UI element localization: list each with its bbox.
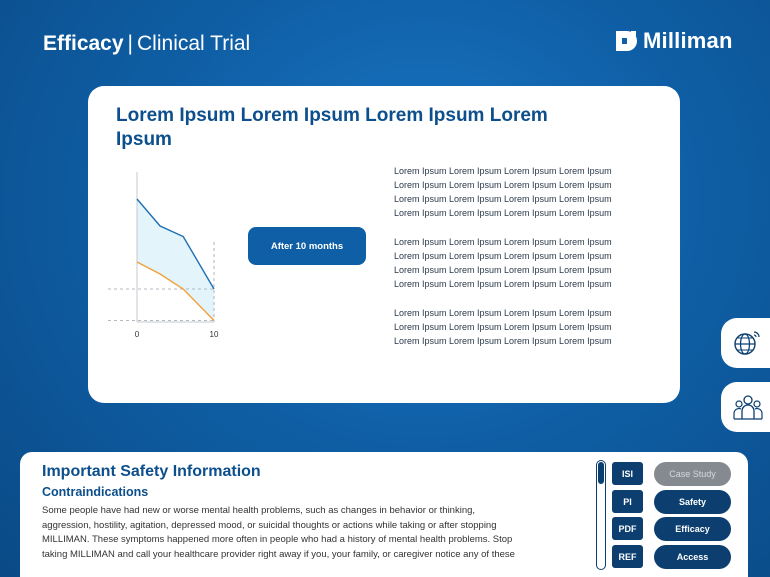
body-line: Lorem Ipsum Lorem Ipsum Lorem Ipsum Lore… (394, 180, 612, 190)
important-safety-information-panel: Important Safety Information Contraindic… (20, 452, 748, 577)
people-button[interactable] (721, 382, 770, 432)
body-line: Lorem Ipsum Lorem Ipsum Lorem Ipsum Lore… (394, 208, 612, 218)
isi-body-text: Some people have had new or worse mental… (42, 504, 594, 562)
people-icon (733, 395, 763, 420)
body-line: Lorem Ipsum Lorem Ipsum Lorem Ipsum Lore… (394, 336, 612, 346)
body-line: Lorem Ipsum Lorem Ipsum Lorem Ipsum Lore… (394, 194, 612, 204)
milliman-logo-mark (616, 31, 637, 51)
isi-line: taking MILLIMAN and call your healthcare… (42, 548, 515, 560)
body-line: Lorem Ipsum Lorem Ipsum Lorem Ipsum Lore… (394, 308, 612, 318)
title-subsection: Clinical Trial (137, 32, 251, 55)
nav-pdf-button[interactable]: PDF (612, 517, 643, 540)
title-section: Efficacy (43, 32, 124, 55)
x-tick-label: 0 (135, 330, 140, 339)
milliman-logo: Milliman (615, 28, 733, 54)
isi-subtitle: Contraindications (42, 485, 149, 499)
body-paragraph: Lorem Ipsum Lorem Ipsum Lorem Ipsum Lore… (394, 164, 644, 220)
fill-between-area (137, 199, 214, 321)
logo-text: Milliman (643, 28, 733, 53)
nav-pi-button[interactable]: PI (612, 490, 643, 513)
isi-scrollbar-thumb[interactable] (598, 462, 604, 484)
globe-button[interactable] (721, 318, 770, 368)
card-body-text: Lorem Ipsum Lorem Ipsum Lorem Ipsum Lore… (394, 164, 644, 363)
nav-efficacy-button[interactable]: Efficacy (654, 517, 731, 541)
isi-line: aggression, hostility, agitation, depres… (42, 519, 497, 531)
body-line: Lorem Ipsum Lorem Ipsum Lorem Ipsum Lore… (394, 322, 612, 332)
efficacy-card: Lorem Ipsum Lorem Ipsum Lorem Ipsum Lore… (88, 86, 680, 403)
body-paragraph: Lorem Ipsum Lorem Ipsum Lorem Ipsum Lore… (394, 306, 644, 348)
card-title: Lorem Ipsum Lorem Ipsum Lorem Ipsum Lore… (116, 105, 548, 150)
globe-icon (734, 331, 760, 355)
body-paragraph: Lorem Ipsum Lorem Ipsum Lorem Ipsum Lore… (394, 235, 644, 291)
isi-scrollbar[interactable] (596, 460, 606, 570)
chart-svg: 0 10 (108, 172, 219, 339)
x-tick-label: 10 (210, 330, 219, 339)
isi-line: Some people have had new or worse mental… (42, 505, 476, 516)
isi-line: MILLIMAN. These symptoms happened more o… (42, 534, 513, 545)
nav-isi-button[interactable]: ISI (612, 462, 643, 485)
isi-title: Important Safety Information (42, 463, 261, 480)
after-10-months-button[interactable]: After 10 months (248, 227, 366, 265)
body-line: Lorem Ipsum Lorem Ipsum Lorem Ipsum Lore… (394, 237, 612, 247)
nav-safety-button[interactable]: Safety (654, 490, 731, 514)
body-line: Lorem Ipsum Lorem Ipsum Lorem Ipsum Lore… (394, 251, 612, 261)
page-title: Efficacy | Clinical Trial (43, 32, 250, 56)
title-separator: | (127, 32, 134, 55)
body-line: Lorem Ipsum Lorem Ipsum Lorem Ipsum Lore… (394, 265, 612, 275)
nav-ref-button[interactable]: REF (612, 545, 643, 568)
body-line: Lorem Ipsum Lorem Ipsum Lorem Ipsum Lore… (394, 166, 612, 176)
nav-case-study-button[interactable]: Case Study (654, 462, 731, 486)
nav-access-button[interactable]: Access (654, 545, 731, 569)
efficacy-chart: 0 10 (104, 162, 234, 357)
body-line: Lorem Ipsum Lorem Ipsum Lorem Ipsum Lore… (394, 279, 612, 289)
